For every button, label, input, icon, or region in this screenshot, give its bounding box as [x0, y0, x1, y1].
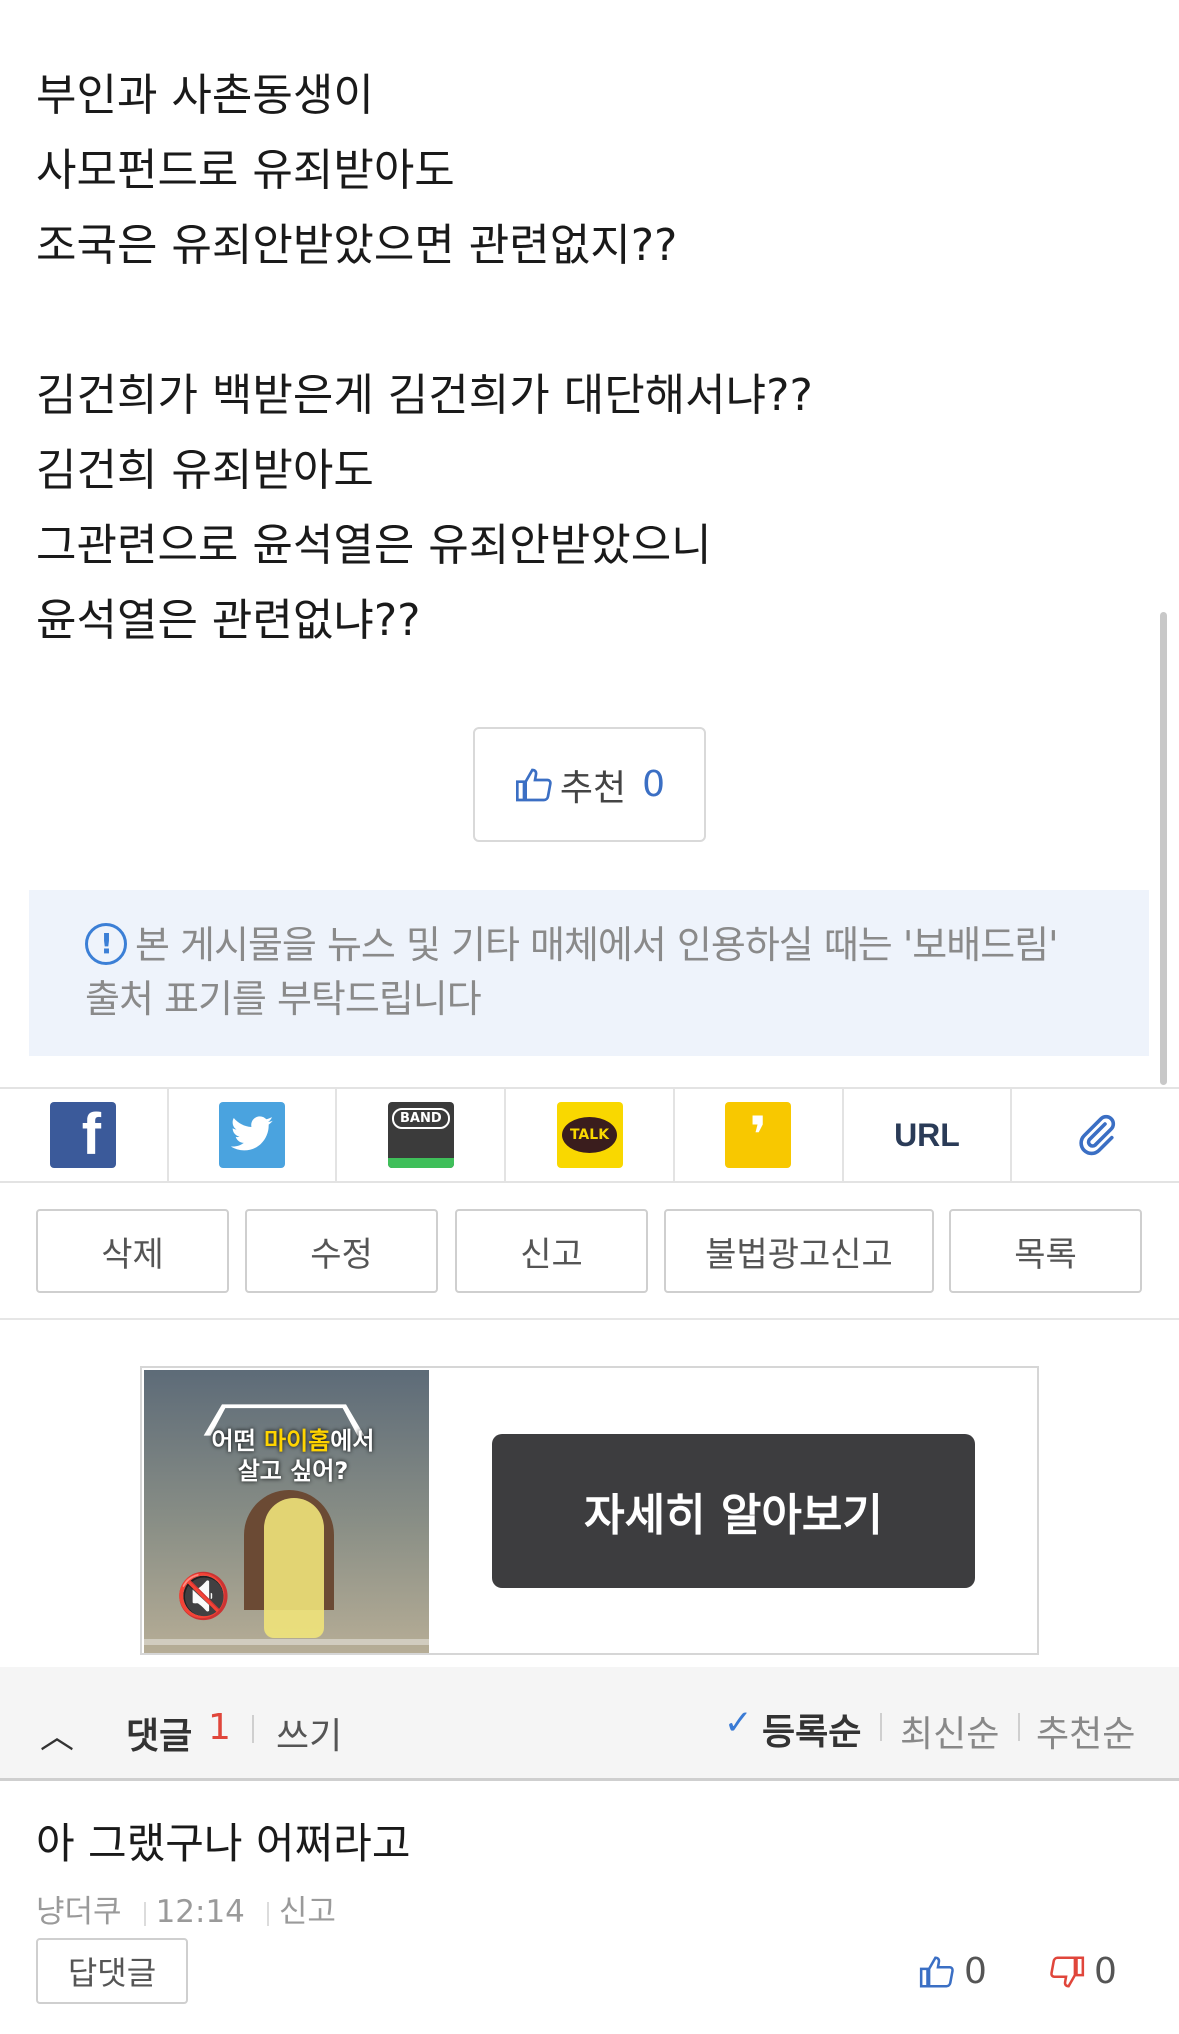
checkmark-icon: ✓ [724, 1703, 753, 1743]
citation-notice: ! 본 게시물을 뉴스 및 기타 매체에서 인용하실 때는 '보배드림' 출처 표… [29, 890, 1149, 1056]
comment-label: 댓글 [126, 1716, 193, 1757]
report-illegal-ad-button[interactable]: 불법광고신고 [664, 1209, 934, 1293]
comment-report-link[interactable]: 신고 [279, 1894, 336, 1930]
kakaostory-icon: ❜ [725, 1102, 792, 1168]
recommend-label: 추천 [559, 767, 627, 809]
video-progress [144, 1639, 429, 1645]
ad-headline: 어떤 마이홈에서 살고 싶어? [211, 1427, 375, 1485]
post-line: 조국은 유죄안받았으면 관련없지?? [36, 220, 678, 271]
comment-dislike-button[interactable]: 0 [1048, 1951, 1117, 1992]
url-label: URL [894, 1116, 960, 1153]
citation-notice-text: 본 게시물을 뉴스 및 기타 매체에서 인용하실 때는 '보배드림' 출처 표기… [85, 923, 1059, 1021]
post-line: 윤석열은 관련없냐?? [36, 595, 421, 646]
mute-icon[interactable]: 🔇 [176, 1570, 231, 1622]
divider [1018, 1713, 1020, 1741]
sort-by-newest[interactable]: 최신순 [900, 1705, 999, 1757]
like-count: 0 [964, 1951, 987, 1992]
paperclip-icon [1079, 1114, 1115, 1156]
info-icon: ! [85, 922, 127, 965]
comment-text: 아 그랬구나 어쩌라고 [36, 1819, 411, 1868]
collapse-chevron-icon[interactable]: ︿ [40, 1709, 74, 1758]
comment-time: 12:14 [155, 1894, 245, 1930]
share-band[interactable]: BAND [337, 1089, 507, 1181]
comment-header: ︿ 댓글 1 쓰기 ✓ 등록순 최신순 추천순 [0, 1667, 1179, 1781]
ad-banner[interactable]: 어떤 마이홈에서 살고 싶어? 🔇 자세히 알아보기 [140, 1366, 1039, 1655]
thumbs-up-icon [919, 1955, 954, 1988]
sort-by-registration[interactable]: 등록순 [762, 1703, 861, 1755]
post-line-empty [36, 283, 1136, 358]
edit-button[interactable]: 수정 [245, 1209, 438, 1293]
report-button[interactable]: 신고 [455, 1209, 648, 1293]
list-button[interactable]: 목록 [949, 1209, 1142, 1293]
write-comment-link[interactable]: 쓰기 [276, 1707, 342, 1759]
delete-button[interactable]: 삭제 [36, 1209, 229, 1293]
share-attachment[interactable] [1012, 1089, 1179, 1181]
comment-author[interactable]: 냥더쿠 [36, 1894, 122, 1930]
scrollbar[interactable] [1160, 612, 1167, 1085]
band-icon: BAND [387, 1102, 454, 1168]
facebook-icon: f [50, 1102, 117, 1168]
share-kakaostory[interactable]: ❜ [675, 1089, 844, 1181]
sort-by-recommend[interactable]: 추천순 [1036, 1705, 1135, 1757]
divider [880, 1713, 882, 1741]
thumbs-up-icon [515, 768, 552, 801]
comment-like-button[interactable]: 0 [918, 1951, 987, 1992]
share-facebook[interactable]: f [0, 1089, 169, 1181]
divider [252, 1715, 254, 1743]
ad-video-thumbnail[interactable]: 어떤 마이홈에서 살고 싶어? 🔇 [144, 1370, 429, 1653]
reply-button[interactable]: 답댓글 [36, 1938, 188, 2004]
post-line: 사모펀드로 유죄받아도 [36, 145, 455, 196]
post-body: 부인과 사촌동생이 사모펀드로 유죄받아도 조국은 유죄안받았으면 관련없지??… [36, 58, 1136, 658]
recommend-count: 0 [642, 764, 666, 805]
share-twitter[interactable] [169, 1089, 338, 1181]
share-kakaotalk[interactable]: TALK [506, 1089, 675, 1181]
thumbs-down-icon [1050, 1955, 1085, 1988]
comment-meta: 냥더쿠 12:14 신고 [36, 1886, 346, 1931]
post-line: 부인과 사촌동생이 [36, 70, 374, 121]
ad-learn-more-button[interactable]: 자세히 알아보기 [492, 1434, 975, 1588]
post-line: 그관련으로 윤석열은 유죄안받았으니 [36, 520, 712, 571]
share-bar: f BAND TALK ❜ URL [0, 1087, 1179, 1183]
kakaotalk-icon: TALK [556, 1102, 623, 1168]
post-line: 김건희가 백받은게 김건희가 대단해서냐?? [36, 370, 813, 421]
comment-count: 1 [208, 1707, 231, 1748]
twitter-icon [219, 1102, 286, 1168]
dislike-count: 0 [1094, 1951, 1117, 1992]
share-url[interactable]: URL [844, 1089, 1013, 1181]
divider [0, 1318, 1179, 1320]
recommend-button[interactable]: 추천 0 [473, 727, 706, 842]
post-line: 김건희 유죄받아도 [36, 445, 374, 496]
